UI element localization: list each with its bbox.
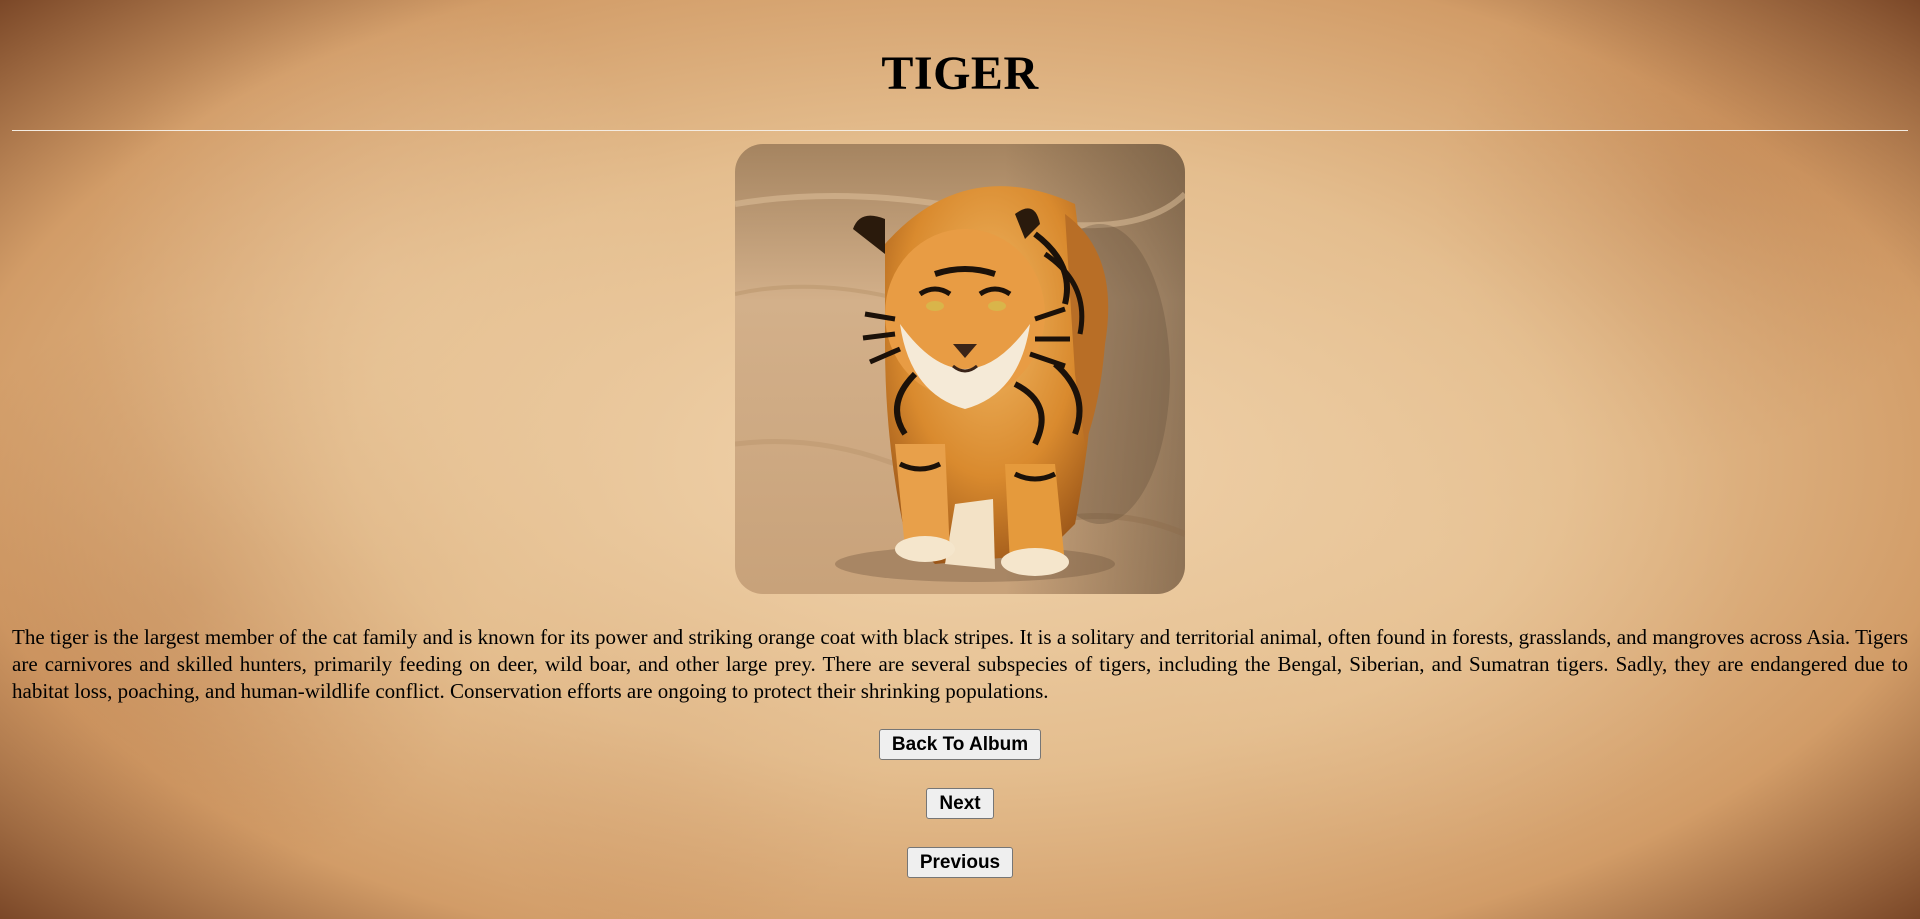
next-button[interactable]: Next xyxy=(926,788,994,819)
photo-container xyxy=(12,144,1908,594)
page-title: TIGER xyxy=(881,47,1039,100)
tiger-photo xyxy=(735,144,1185,594)
animal-description: The tiger is the largest member of the c… xyxy=(12,625,1908,703)
back-to-album-button[interactable]: Back To Album xyxy=(878,729,1042,760)
previous-button[interactable]: Previous xyxy=(906,847,1014,878)
page: TIGER The tiger is the largest member of… xyxy=(0,0,1920,878)
title-divider xyxy=(12,130,1908,131)
navigation-buttons: Back To Album Next Previous xyxy=(12,729,1908,878)
